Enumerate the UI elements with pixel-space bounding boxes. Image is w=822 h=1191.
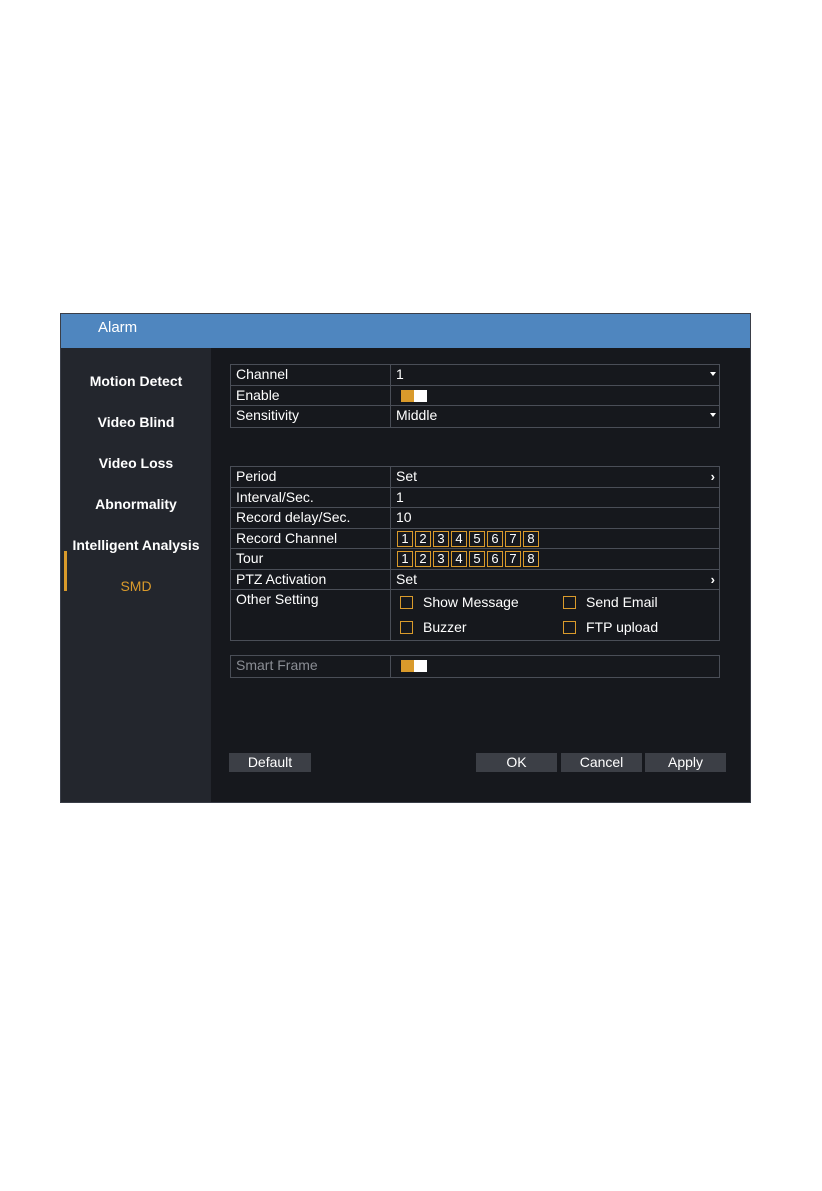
record-channel-cell: 1 2 3 4 5 6 7 8 xyxy=(396,529,719,549)
period-row: Period Set › xyxy=(231,467,719,488)
basic-settings-table: Channel 1 Enable Sensitivity Middle xyxy=(230,364,720,428)
ptz-row: PTZ Activation Set › xyxy=(231,569,719,590)
ptz-value: Set xyxy=(396,570,418,587)
smart-frame-toggle[interactable] xyxy=(401,660,427,672)
record-channel-8[interactable]: 8 xyxy=(523,530,539,547)
sidebar-item-video-loss[interactable]: Video Loss xyxy=(61,443,211,484)
tour-channel-4[interactable]: 4 xyxy=(451,551,467,567)
ptz-set-button[interactable]: Set › xyxy=(396,570,719,590)
record-channel-2[interactable]: 2 xyxy=(415,530,431,547)
toggle-on-fill xyxy=(401,389,414,402)
other-setting-cell: Show Message Send Email Buzzer FTP uploa… xyxy=(396,590,719,640)
record-channel-3[interactable]: 3 xyxy=(433,530,449,547)
channel-label: Channel xyxy=(231,365,391,385)
record-channel-4[interactable]: 4 xyxy=(451,530,467,547)
tour-channel-1[interactable]: 1 xyxy=(397,551,413,567)
record-channel-7[interactable]: 7 xyxy=(505,530,521,547)
enable-cell xyxy=(396,386,719,406)
channel-value: 1 xyxy=(396,366,404,382)
alarm-window: Alarm Motion Detect Video Blind Video Lo… xyxy=(60,313,751,803)
tour-channel-2[interactable]: 2 xyxy=(415,551,431,567)
other-setting-label: Other Setting xyxy=(231,590,391,640)
window-title: Alarm xyxy=(61,314,750,348)
cancel-button[interactable]: Cancel xyxy=(561,753,642,772)
smart-frame-row: Smart Frame xyxy=(231,656,719,677)
smart-frame-cell xyxy=(396,656,719,677)
chevron-right-icon: › xyxy=(710,469,715,484)
show-message-label: Show Message xyxy=(423,594,519,610)
settings-panel: Channel 1 Enable Sensitivity Middle Peri… xyxy=(211,348,750,802)
dropdown-arrow-icon xyxy=(710,413,716,417)
ftp-upload-label: FTP upload xyxy=(586,619,659,635)
period-value: Set xyxy=(396,468,418,484)
tour-label: Tour xyxy=(231,549,391,569)
channel-row: Channel 1 xyxy=(231,365,719,386)
record-delay-row: Record delay/Sec. 10 xyxy=(231,508,719,529)
smart-frame-table: Smart Frame xyxy=(230,655,720,678)
send-email-option[interactable]: Send Email xyxy=(563,593,658,612)
ok-button[interactable]: OK xyxy=(476,753,557,772)
period-label: Period xyxy=(231,467,391,487)
period-set-button[interactable]: Set › xyxy=(396,467,719,487)
tour-row: Tour 1 2 3 4 5 6 7 8 xyxy=(231,549,719,570)
ftp-upload-option[interactable]: FTP upload xyxy=(563,618,658,637)
toggle-knob xyxy=(414,660,427,672)
enable-row: Enable xyxy=(231,385,719,406)
interval-input[interactable]: 1 xyxy=(396,488,719,508)
apply-button[interactable]: Apply xyxy=(645,753,726,772)
show-message-option[interactable]: Show Message xyxy=(400,593,519,612)
tour-channel-3[interactable]: 3 xyxy=(433,551,449,567)
tour-channel-6[interactable]: 6 xyxy=(487,551,503,567)
sensitivity-value: Middle xyxy=(396,407,438,423)
default-button[interactable]: Default xyxy=(229,753,311,772)
buzzer-option[interactable]: Buzzer xyxy=(400,618,467,637)
linkage-settings-table: Period Set › Interval/Sec. 1 Record dela… xyxy=(230,466,720,641)
dropdown-arrow-icon xyxy=(710,372,716,376)
enable-label: Enable xyxy=(231,385,391,405)
checkbox-icon xyxy=(400,621,413,634)
sidebar-item-abnormality[interactable]: Abnormality xyxy=(61,484,211,525)
tour-channel-7[interactable]: 7 xyxy=(505,551,521,567)
record-channel-selector: 1 2 3 4 5 6 7 8 xyxy=(397,530,539,547)
buzzer-label: Buzzer xyxy=(423,619,467,635)
other-setting-row: Other Setting Show Message Send Email Bu… xyxy=(231,590,719,640)
toggle-on-fill xyxy=(401,660,414,672)
checkbox-icon xyxy=(563,621,576,634)
sensitivity-label: Sensitivity xyxy=(231,406,391,427)
tour-channel-8[interactable]: 8 xyxy=(523,551,539,567)
record-channel-row: Record Channel 1 2 3 4 5 6 7 8 xyxy=(231,528,719,549)
sidebar-item-intelligent-analysis[interactable]: Intelligent Analysis xyxy=(61,525,211,566)
chevron-right-icon: › xyxy=(710,571,715,587)
enable-toggle[interactable] xyxy=(401,389,427,402)
sidebar-item-motion-detect[interactable]: Motion Detect xyxy=(61,361,211,402)
checkbox-icon xyxy=(400,596,413,609)
sensitivity-select[interactable]: Middle xyxy=(396,406,719,427)
sidebar-item-video-blind[interactable]: Video Blind xyxy=(61,402,211,443)
sidebar-item-smd[interactable]: SMD xyxy=(61,566,211,607)
record-channel-6[interactable]: 6 xyxy=(487,530,503,547)
interval-row: Interval/Sec. 1 xyxy=(231,487,719,508)
ptz-label: PTZ Activation xyxy=(231,569,391,589)
tour-channel-5[interactable]: 5 xyxy=(469,551,485,567)
sidebar: Motion Detect Video Blind Video Loss Abn… xyxy=(61,348,211,802)
record-delay-input[interactable]: 10 xyxy=(396,508,719,528)
record-delay-label: Record delay/Sec. xyxy=(231,508,391,528)
channel-select[interactable]: 1 xyxy=(396,365,719,385)
tour-channel-selector: 1 2 3 4 5 6 7 8 xyxy=(397,551,539,567)
checkbox-icon xyxy=(563,596,576,609)
smart-frame-label: Smart Frame xyxy=(231,656,391,677)
record-channel-label: Record Channel xyxy=(231,528,391,548)
sensitivity-row: Sensitivity Middle xyxy=(231,406,719,427)
record-channel-1[interactable]: 1 xyxy=(397,530,413,547)
record-channel-5[interactable]: 5 xyxy=(469,530,485,547)
interval-label: Interval/Sec. xyxy=(231,487,391,507)
toggle-knob xyxy=(414,389,427,402)
send-email-label: Send Email xyxy=(586,594,658,610)
tour-cell: 1 2 3 4 5 6 7 8 xyxy=(396,549,719,569)
